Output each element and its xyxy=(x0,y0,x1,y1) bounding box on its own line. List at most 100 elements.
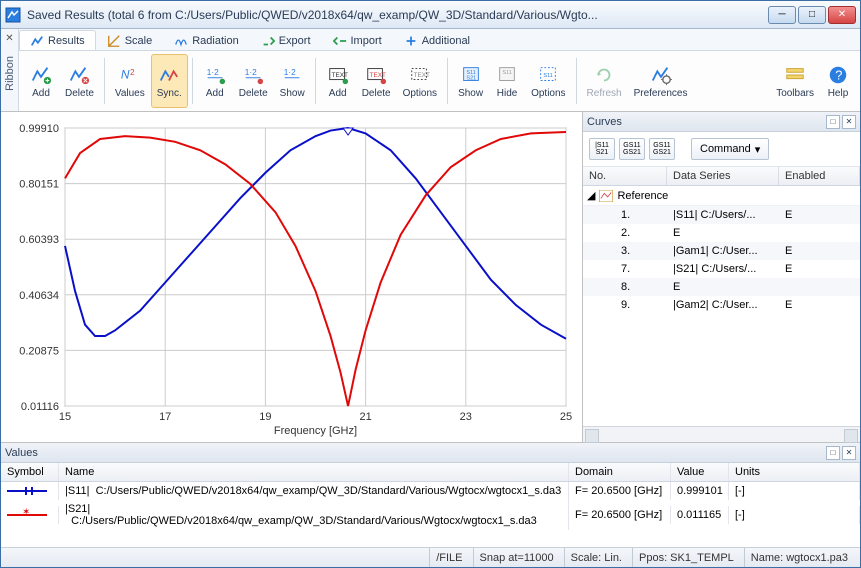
add-text-button[interactable]: TEXTAdd xyxy=(320,54,356,108)
delete-text-button[interactable]: TEXTDelete xyxy=(356,54,397,108)
tab-scale[interactable]: Scale xyxy=(96,30,164,50)
plus-icon xyxy=(404,34,418,48)
svg-text:1·2: 1·2 xyxy=(284,68,296,77)
svg-text:0.60393: 0.60393 xyxy=(19,234,59,246)
tab-radiation[interactable]: Radiation xyxy=(163,30,249,50)
maximize-button[interactable]: □ xyxy=(798,6,826,24)
app-icon xyxy=(5,7,21,23)
value-row[interactable]: |S11| C:/Users/Public/QWED/v2018x64/qw_e… xyxy=(1,482,860,500)
svg-text:S11: S11 xyxy=(502,70,511,76)
add-marker-icon: 1·2 xyxy=(204,64,226,86)
col-units[interactable]: Units xyxy=(729,463,860,481)
col-enabled[interactable]: Enabled xyxy=(779,167,860,185)
delete-button[interactable]: Delete xyxy=(59,54,100,108)
help-icon: ? xyxy=(827,64,849,86)
col-name[interactable]: Name xyxy=(59,463,569,481)
show-marker-button[interactable]: 1·2Show xyxy=(274,54,311,108)
content-area: 1517192123250.011160.208750.406340.60393… xyxy=(1,112,860,442)
curve-row[interactable]: 3.|Gam1| C:/User...E xyxy=(583,242,860,260)
s-show-icon: S11S21 xyxy=(460,64,482,86)
refresh-icon xyxy=(593,64,615,86)
help-button[interactable]: ?Help xyxy=(820,54,856,108)
svg-text:TEXT: TEXT xyxy=(370,71,386,78)
tab-additional[interactable]: Additional xyxy=(393,30,481,50)
status-ppos: Ppos: SK1_TEMPL xyxy=(632,548,740,567)
toolbars-button[interactable]: Toolbars xyxy=(770,54,820,108)
s11-filter-button[interactable]: |S11S21 xyxy=(589,138,615,160)
tab-results[interactable]: Results xyxy=(19,30,96,50)
col-value[interactable]: Value xyxy=(671,463,729,481)
statusbar: /FILE Snap at=11000 Scale: Lin. Ppos: SK… xyxy=(1,547,860,567)
text-options-button[interactable]: TEXTOptions xyxy=(397,54,443,108)
add-marker-button[interactable]: 1·2Add xyxy=(197,54,233,108)
tab-import[interactable]: Import xyxy=(322,30,393,50)
ribbon-close-icon[interactable]: ✕ xyxy=(5,29,13,48)
ribbon-tabs: Results Scale Radiation Export Import Ad… xyxy=(19,29,860,51)
text-delete-icon: TEXT xyxy=(365,64,387,86)
values-button[interactable]: N2Values xyxy=(109,54,151,108)
minimize-button[interactable]: ─ xyxy=(768,6,796,24)
chart-pane[interactable]: 1517192123250.011160.208750.406340.60393… xyxy=(1,112,582,442)
curves-panel: Curves □ ✕ |S11S21 GS11GS21 GS11GS21 Com… xyxy=(582,112,860,442)
col-dataseries[interactable]: Data Series xyxy=(667,167,779,185)
curves-table: No. Data Series Enabled ◢ Reference 1.|S… xyxy=(583,167,860,426)
value-row[interactable]: |S21| C:/Users/Public/QWED/v2018x64/qw_e… xyxy=(1,500,860,530)
add-button[interactable]: Add xyxy=(23,54,59,108)
collapse-icon[interactable]: ◢ xyxy=(587,189,595,202)
toolbars-icon xyxy=(784,64,806,86)
svg-text:S21: S21 xyxy=(466,75,476,81)
import-icon xyxy=(333,34,347,48)
show-s-button[interactable]: S11S21Show xyxy=(452,54,489,108)
chevron-down-icon: ▾ xyxy=(755,143,761,156)
values-panel: Values □ ✕ Symbol Name Domain Value Unit… xyxy=(1,442,860,547)
curves-hscroll[interactable] xyxy=(583,426,860,442)
svg-text:1·2: 1·2 xyxy=(245,68,257,77)
titlebar: Saved Results (total 6 from C:/Users/Pub… xyxy=(1,1,860,29)
tab-export[interactable]: Export xyxy=(250,30,322,50)
sync-icon xyxy=(158,64,180,86)
values-close-icon[interactable]: ✕ xyxy=(842,446,856,460)
gs21-filter-button[interactable]: GS11GS21 xyxy=(649,138,675,160)
close-button[interactable]: ✕ xyxy=(828,6,856,24)
command-button[interactable]: Command▾ xyxy=(691,138,769,160)
curve-row[interactable]: 9.|Gam2| C:/User...E xyxy=(583,296,860,314)
col-no[interactable]: No. xyxy=(583,167,667,185)
delete-marker-button[interactable]: 1·2Delete xyxy=(233,54,274,108)
curve-row[interactable]: 1.|S11| C:/Users/...E xyxy=(583,206,860,224)
curve-row[interactable]: 8.E xyxy=(583,278,860,296)
export-icon xyxy=(261,34,275,48)
s-hide-icon: S11 xyxy=(496,64,518,86)
col-domain[interactable]: Domain xyxy=(569,463,671,481)
col-symbol[interactable]: Symbol xyxy=(1,463,59,481)
delete-results-icon xyxy=(68,64,90,86)
curve-row[interactable]: 7.|S21| C:/Users/...E xyxy=(583,260,860,278)
s-options-button[interactable]: S11Options xyxy=(525,54,571,108)
ribbon-sidebar: ✕ Ribbon xyxy=(1,29,19,111)
svg-text:TEXT: TEXT xyxy=(331,71,347,78)
radiation-icon xyxy=(174,34,188,48)
status-name: Name: wgtocx1.pa3 xyxy=(744,548,854,567)
svg-text:21: 21 xyxy=(359,411,371,423)
ribbon-label: Ribbon xyxy=(4,48,16,99)
svg-text:0.99910: 0.99910 xyxy=(19,123,59,135)
curve-row[interactable]: 2.E xyxy=(583,224,860,242)
values-title: Values xyxy=(5,447,38,459)
panel-close-icon[interactable]: ✕ xyxy=(842,115,856,129)
svg-text:1·2: 1·2 xyxy=(207,68,219,77)
reference-row[interactable]: ◢ Reference xyxy=(583,186,860,206)
hide-s-button[interactable]: S11Hide xyxy=(489,54,525,108)
chart: 1517192123250.011160.208750.406340.60393… xyxy=(7,120,576,438)
gs11-filter-button[interactable]: GS11GS21 xyxy=(619,138,645,160)
values-undock-icon[interactable]: □ xyxy=(826,446,840,460)
svg-text:?: ? xyxy=(835,67,842,82)
sync-button[interactable]: Sync. xyxy=(151,54,188,108)
preferences-button[interactable]: Preferences xyxy=(628,54,694,108)
svg-text:0.20875: 0.20875 xyxy=(19,345,59,357)
svg-text:23: 23 xyxy=(460,411,472,423)
preferences-icon xyxy=(650,64,672,86)
show-marker-icon: 1·2 xyxy=(281,64,303,86)
refresh-button: Refresh xyxy=(581,54,628,108)
add-results-icon xyxy=(30,64,52,86)
svg-text:0.40634: 0.40634 xyxy=(19,290,59,302)
panel-undock-icon[interactable]: □ xyxy=(826,115,840,129)
